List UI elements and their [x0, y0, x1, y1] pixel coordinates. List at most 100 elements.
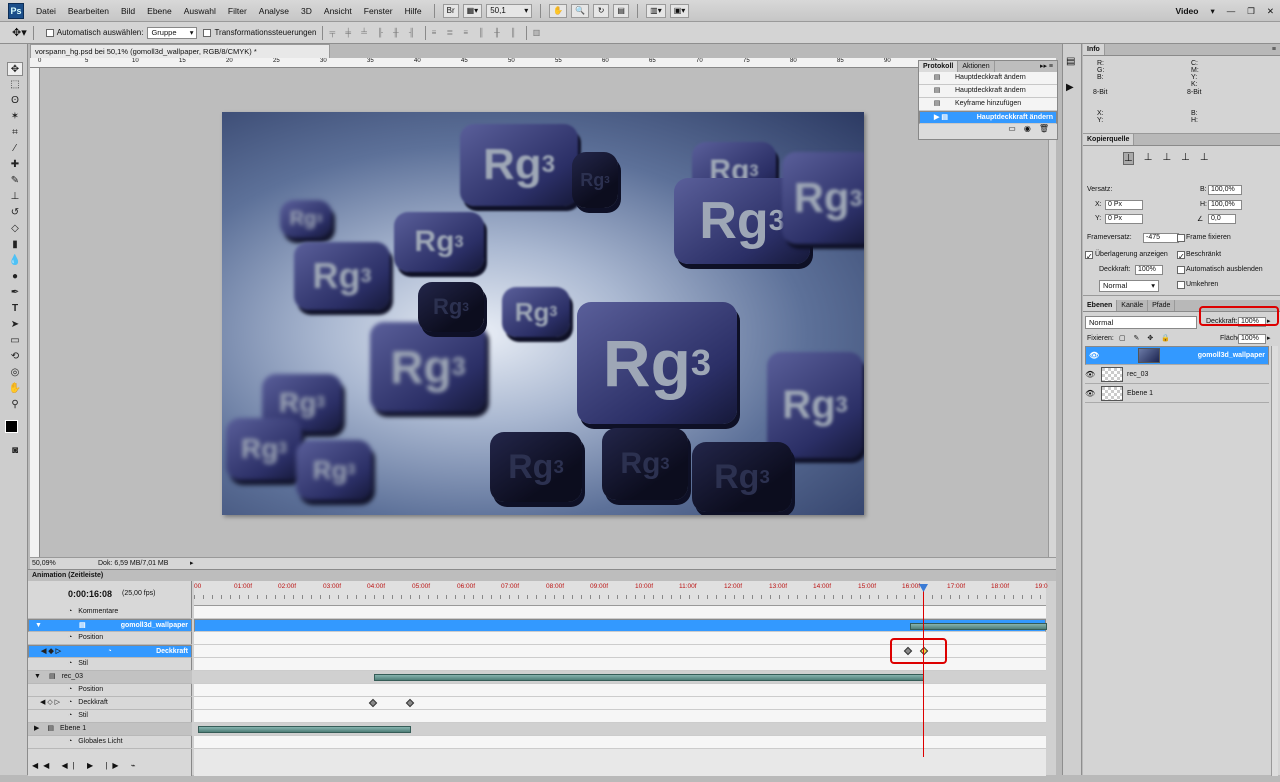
align-icons[interactable]: ╤ ╪ ╧ ╟ ╫ ╢	[329, 28, 418, 37]
transform-controls-checkbox[interactable]	[203, 28, 212, 37]
hand-tool-icon[interactable]: ✋	[7, 382, 23, 396]
clone-source-icon[interactable]: ⊥	[1200, 152, 1209, 165]
track-ebene1-lane[interactable]	[194, 723, 1046, 736]
eye-icon[interactable]: 👁	[1085, 389, 1095, 398]
crop-tool-icon[interactable]: ⌗	[7, 126, 23, 140]
offset-x-field[interactable]: 0 Px	[1105, 200, 1143, 210]
auto-select-checkbox[interactable]	[45, 28, 54, 37]
blur-tool-icon[interactable]: 💧	[7, 254, 23, 268]
restore-icon[interactable]: ❐	[1241, 0, 1261, 22]
workspace-switcher[interactable]: Video	[1169, 0, 1204, 22]
chevron-right-icon[interactable]: ▸	[190, 558, 194, 569]
menu-datei[interactable]: Datei	[30, 0, 62, 22]
overlay-mode-dropdown[interactable]: Normal ▾	[1099, 280, 1159, 292]
track-style[interactable]: ◔ Stil	[28, 658, 192, 671]
pen-tool-icon[interactable]: ✒	[7, 286, 23, 300]
tab-aktionen[interactable]: Aktionen	[958, 61, 995, 72]
frame-offset-field[interactable]: -475	[1143, 233, 1179, 243]
keyframe[interactable]	[405, 698, 415, 708]
track-position[interactable]: ◔ Position	[28, 632, 192, 645]
snapshot-icon[interactable]: ◉	[1024, 124, 1031, 136]
time-ruler[interactable]: 00 01:00f 02:00f 03:00f 04:00f 05:00f 06…	[194, 581, 1048, 606]
clone-source-icon[interactable]: ⊥	[1144, 152, 1153, 165]
limited-checkbox[interactable]: ✓	[1177, 251, 1185, 261]
vertical-scrollbar[interactable]	[1048, 68, 1056, 557]
lasso-tool-icon[interactable]: ʘ	[7, 94, 23, 108]
arrange-documents-button[interactable]: ▥▾	[646, 3, 666, 18]
foreground-color-swatch[interactable]	[5, 420, 18, 433]
tab-protokoll[interactable]: Protokoll	[919, 61, 959, 72]
track-gomoll3d-lane[interactable]	[194, 619, 1047, 632]
history-step[interactable]: ▤ Keyframe hinzufügen	[919, 98, 1057, 111]
auto-hide-checkbox[interactable]	[1177, 266, 1185, 274]
invert-checkbox[interactable]	[1177, 281, 1185, 289]
menu-3d[interactable]: 3D	[295, 0, 318, 22]
3d-rotate-tool-icon[interactable]: ⟲	[7, 350, 23, 364]
auto-align-icon[interactable]: ▥	[533, 28, 541, 37]
move-tool-icon[interactable]: ✥▾	[12, 26, 27, 39]
track-style-lane[interactable]	[194, 710, 1046, 723]
frame-fix-checkbox[interactable]	[1177, 234, 1185, 242]
history-step[interactable]: ▤ Hauptdeckkraft ändern	[919, 72, 1057, 85]
dodge-tool-icon[interactable]: ●	[7, 270, 23, 284]
grid-icon[interactable]: ▤	[613, 3, 630, 18]
healing-brush-tool-icon[interactable]: ✚	[7, 158, 23, 172]
gradient-tool-icon[interactable]: ▮	[7, 238, 23, 252]
lock-icons[interactable]: ▢ ✎ ✥ 🔒	[1119, 334, 1173, 342]
close-icon[interactable]: ✕	[1261, 0, 1280, 22]
eyedropper-tool-icon[interactable]: ⁄	[7, 142, 23, 156]
view-extras-button[interactable]: ▦▾	[462, 3, 483, 18]
path-selection-tool-icon[interactable]: ➤	[7, 318, 23, 332]
track-comments[interactable]: ◔ Kommentare	[28, 606, 192, 619]
menu-bearbeiten[interactable]: Bearbeiten	[62, 0, 115, 22]
eye-icon[interactable]: 👁	[1085, 370, 1095, 379]
tab-info[interactable]: Info	[1083, 44, 1105, 55]
menu-ebene[interactable]: Ebene	[141, 0, 178, 22]
layer-row-gomoll3d[interactable]: 👁 gomoll3d_wallpaper	[1085, 346, 1269, 365]
track-style[interactable]: ◔ Stil	[28, 710, 192, 723]
current-time-indicator[interactable]	[923, 587, 924, 757]
type-tool-icon[interactable]: T	[7, 302, 23, 316]
blend-mode-dropdown[interactable]: Normal	[1085, 316, 1197, 329]
clone-source-icon[interactable]: ⊥	[1162, 152, 1171, 165]
tab-kopierquelle[interactable]: Kopierquelle	[1083, 134, 1135, 145]
timeline-tracks[interactable]: 00 01:00f 02:00f 03:00f 04:00f 05:00f 06…	[194, 581, 1048, 776]
menu-filter[interactable]: Filter	[222, 0, 253, 22]
menu-hilfe[interactable]: Hilfe	[399, 0, 428, 22]
track-opacity-gomoll3d[interactable]: ◀ ◆ ▷ ◔ Deckkraft	[28, 645, 192, 658]
menu-fenster[interactable]: Fenster	[358, 0, 399, 22]
layer-row-rec03[interactable]: 👁 rec_03	[1085, 365, 1269, 384]
clone-source-icon[interactable]: ⊥	[1123, 152, 1134, 165]
tab-kanaele[interactable]: Kanäle	[1117, 300, 1149, 311]
track-position[interactable]: ◔ Position	[28, 684, 192, 697]
move-tool-icon[interactable]: ✥	[7, 62, 23, 76]
history-step[interactable]: ▤ Hauptdeckkraft ändern	[919, 85, 1057, 98]
chevron-down-icon[interactable]: ▾	[1204, 0, 1220, 22]
menu-ansicht[interactable]: Ansicht	[318, 0, 358, 22]
track-opacity-rec03[interactable]: ◀ ◇ ▷ ◔ Deckkraft	[28, 697, 192, 710]
new-document-icon[interactable]: ▭	[1008, 124, 1016, 136]
rotate-view-icon[interactable]: ↻	[593, 3, 610, 18]
document-image[interactable]: Rg 3 Rg 3 Rg 3 Rg 3 Rg 3 Rg 3 Rg 3 Rg 3 Rg 3 Rg 3 …	[222, 112, 864, 515]
angle-field[interactable]: 0,0	[1208, 214, 1236, 224]
keyframe[interactable]	[368, 698, 378, 708]
menu-auswahl[interactable]: Auswahl	[178, 0, 222, 22]
track-layer-gomoll3d[interactable]: ▼ ▤ gomoll3d_wallpaper	[28, 619, 192, 632]
layer-row-ebene1[interactable]: 👁 Ebene 1	[1085, 384, 1269, 403]
track-global-light-lane[interactable]	[194, 736, 1046, 749]
tab-ebenen[interactable]: Ebenen	[1083, 300, 1118, 311]
zoom-tool-icon[interactable]: ⚲	[7, 398, 23, 412]
menu-bild[interactable]: Bild	[115, 0, 141, 22]
shape-tool-icon[interactable]: ▭	[7, 334, 23, 348]
screen-mode-button[interactable]: ▣▾	[669, 3, 690, 18]
menu-analyse[interactable]: Analyse	[253, 0, 295, 22]
zoom-icon[interactable]: 🔍	[571, 3, 590, 18]
overlay-opacity-field[interactable]: 100%	[1135, 265, 1163, 275]
scale-height-field[interactable]: 100,0%	[1208, 200, 1242, 210]
clone-source-icon[interactable]: ⊥	[1181, 152, 1190, 165]
overlay-checkbox[interactable]: ✓	[1085, 251, 1093, 261]
marquee-tool-icon[interactable]: ⬚	[7, 78, 23, 92]
playback-controls[interactable]: ◀◀ ◀| ▶ |▶ ⌁	[32, 761, 141, 770]
clone-stamp-tool-icon[interactable]: ⊥	[7, 190, 23, 204]
tab-pfade[interactable]: Pfade	[1148, 300, 1176, 311]
